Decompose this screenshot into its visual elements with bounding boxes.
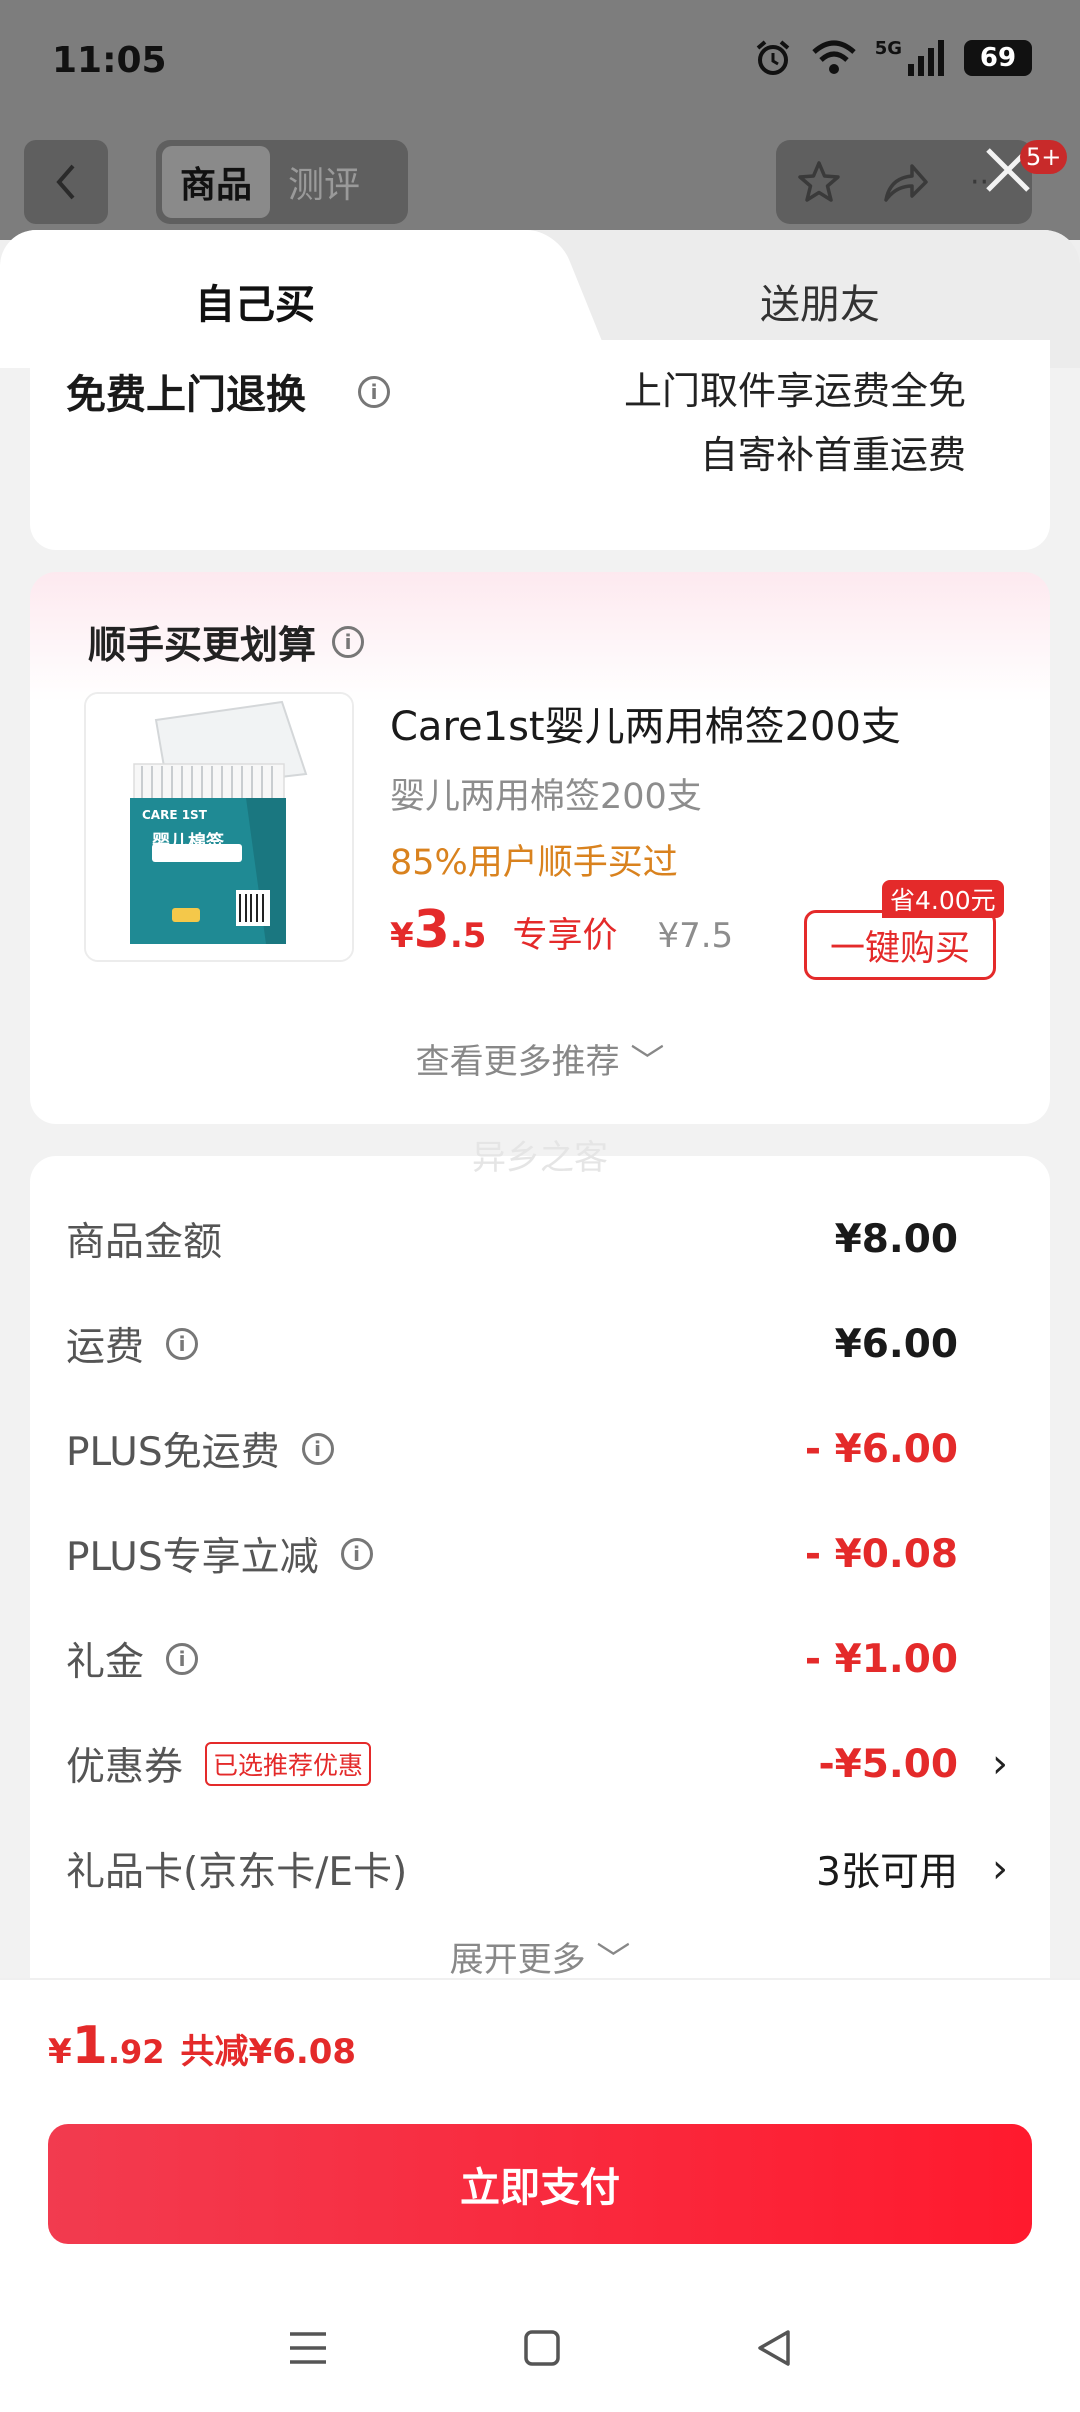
info-icon[interactable]: i <box>340 1538 373 1570</box>
fee-row-plus-discount: PLUS专享立减 i - ¥0.08 <box>66 1519 1014 1589</box>
price-decimal: .5 <box>449 916 487 956</box>
wifi-icon <box>812 40 856 74</box>
fee-breakdown-card: 商品金额 ¥8.00 运费 i ¥6.00 PLUS免运费 i - ¥6.00 … <box>30 1156 1050 2016</box>
product-price: ¥ 3 .5 专享价 ¥7.5 <box>390 900 733 960</box>
expand-more[interactable]: 展开更多 ﹀ <box>30 1932 1050 1981</box>
pay-now-button[interactable]: 立即支付 <box>48 2124 1032 2244</box>
fee-value: ¥6.00 <box>834 1321 958 1367</box>
star-icon[interactable] <box>796 159 842 205</box>
price-integer: 3 <box>413 900 450 960</box>
recommend-title: 顺手买更划算 i <box>88 614 365 669</box>
product-image[interactable]: CARE 1ST 婴儿棉签 <box>84 692 354 962</box>
price-symbol: ¥ <box>390 916 414 956</box>
save-badge: 省4.00元 <box>882 880 1004 918</box>
background-page: 11:05 5G 69 商品 测评 ·· 5+ <box>0 0 1080 240</box>
expand-more-label: 展开更多 <box>449 1940 586 1980</box>
product-subtitle: 婴儿两用棉签200支 <box>390 777 702 817</box>
fee-label: 商品金额 <box>66 1220 223 1265</box>
chevron-right-icon: › <box>992 1846 1008 1892</box>
fee-row-shipping: 运费 i ¥6.00 <box>66 1309 1014 1379</box>
total-bar: ¥ 1 .92 共减¥6.08 <box>0 1978 1080 2110</box>
fee-value: 3张可用 <box>816 1850 958 1895</box>
share-icon[interactable] <box>882 160 930 204</box>
info-icon[interactable]: i <box>166 1643 199 1675</box>
fee-label-wrap: 优惠券 已选推荐优惠 <box>66 1736 372 1792</box>
chevron-down-icon: ﹀ <box>596 1940 631 1980</box>
tab-label: 送朋友 <box>760 282 880 328</box>
return-line-2: 自寄补首重运费 <box>699 433 966 477</box>
fee-label-wrap: 礼金 i <box>66 1631 199 1687</box>
info-icon[interactable]: i <box>332 625 365 658</box>
fee-value: -¥5.00 <box>818 1741 958 1787</box>
chevron-right-icon: › <box>992 1741 1008 1787</box>
fee-label: 运费 <box>66 1325 145 1370</box>
one-click-buy-button[interactable]: 一键购买 <box>804 910 996 980</box>
recommend-title-text: 顺手买更划算 <box>88 623 317 667</box>
fee-label: 优惠券 <box>66 1745 184 1790</box>
fee-label-wrap: 运费 i <box>66 1316 199 1372</box>
message-badge: 5+ <box>1020 140 1068 174</box>
chevron-left-icon <box>56 164 75 200</box>
network-label: 5G <box>874 38 902 59</box>
fee-row-goods: 商品金额 ¥8.00 <box>66 1204 1014 1274</box>
info-icon[interactable]: i <box>301 1433 334 1465</box>
pay-area: 立即支付 <box>0 2110 1080 2412</box>
fee-value: - ¥6.00 <box>804 1426 958 1472</box>
price-tag: 专享价 <box>512 916 618 956</box>
product-stat: 85%用户顺手买过 <box>390 843 678 883</box>
coupon-recommended-badge: 已选推荐优惠 <box>205 1742 372 1786</box>
tab-label: 自己买 <box>195 282 315 328</box>
recommend-card: 顺手买更划算 i CARE 1ST 婴儿棉签 Care1st婴儿两用棉签200支… <box>30 572 1050 1124</box>
status-icons: 5G 69 <box>753 38 1032 78</box>
top-tabs: 商品 测评 <box>156 140 408 224</box>
see-more-label: 查看更多推荐 <box>415 1042 620 1082</box>
tab-review[interactable]: 测评 <box>270 146 378 218</box>
back-nav-icon[interactable] <box>754 2328 794 2368</box>
signal-icon <box>908 40 944 76</box>
status-time: 11:05 <box>52 40 167 81</box>
battery-icon: 69 <box>964 40 1032 76</box>
fee-label-wrap: PLUS专享立减 i <box>66 1526 373 1582</box>
total-saved[interactable]: 共减¥6.08 <box>181 2024 357 2073</box>
fee-value: ¥8.00 <box>834 1216 958 1262</box>
total-symbol: ¥ <box>48 2032 72 2072</box>
return-line-1: 上门取件享运费全免 <box>623 369 966 413</box>
status-bar: 11:05 5G 69 <box>0 0 1080 120</box>
system-nav-bar <box>0 2298 1080 2398</box>
fee-value: - ¥1.00 <box>804 1636 958 1682</box>
info-icon[interactable]: i <box>358 376 390 408</box>
original-price: ¥7.5 <box>657 916 734 956</box>
total-integer: 1 <box>71 2016 108 2076</box>
home-icon[interactable] <box>522 2328 562 2368</box>
product-name[interactable]: Care1st婴儿两用棉签200支 <box>390 694 901 752</box>
return-service-card: 免费上门退换 i 上门取件享运费全免 自寄补首重运费 <box>30 340 1050 550</box>
menu-icon[interactable] <box>286 2328 330 2368</box>
chevron-down-icon: ﹀ <box>630 1042 665 1082</box>
fee-row-gift-money: 礼金 i - ¥1.00 <box>66 1624 1014 1694</box>
fee-label: PLUS免运费 <box>66 1430 280 1475</box>
fee-label: PLUS专享立减 <box>66 1535 319 1580</box>
product-image-label: 婴儿棉签 <box>152 832 224 853</box>
return-title: 免费上门退换 <box>66 362 306 420</box>
fee-label-wrap: PLUS免运费 i <box>66 1421 334 1477</box>
return-title-text: 免费上门退换 <box>66 372 306 418</box>
back-button[interactable] <box>24 140 108 224</box>
tab-product[interactable]: 商品 <box>162 146 271 218</box>
watermark: 异乡之客 <box>472 1138 608 1178</box>
fee-row-plus-free-shipping: PLUS免运费 i - ¥6.00 <box>66 1414 1014 1484</box>
fee-label: 礼品卡(京东卡/E卡) <box>66 1850 408 1895</box>
see-more-recommendations[interactable]: 查看更多推荐 ﹀ <box>30 1034 1050 1083</box>
total-decimal: .92 <box>107 2033 165 2071</box>
fee-row-gift-card[interactable]: 礼品卡(京东卡/E卡) 3张可用 › <box>66 1834 1014 1904</box>
product-image-brand: CARE 1ST <box>142 808 207 822</box>
fee-value: - ¥0.08 <box>804 1531 958 1577</box>
checkout-sheet: 送朋友 自己买 免费上门退换 i 上门取件享运费全免 自寄补首重运费 顺手买更划… <box>0 230 1080 2412</box>
info-icon[interactable]: i <box>166 1328 199 1360</box>
total-price: ¥ 1 .92 共减¥6.08 <box>48 2016 356 2076</box>
fee-row-coupon[interactable]: 优惠券 已选推荐优惠 -¥5.00 › <box>66 1729 1014 1799</box>
alarm-icon <box>756 40 789 75</box>
fee-label: 礼金 <box>66 1640 145 1685</box>
